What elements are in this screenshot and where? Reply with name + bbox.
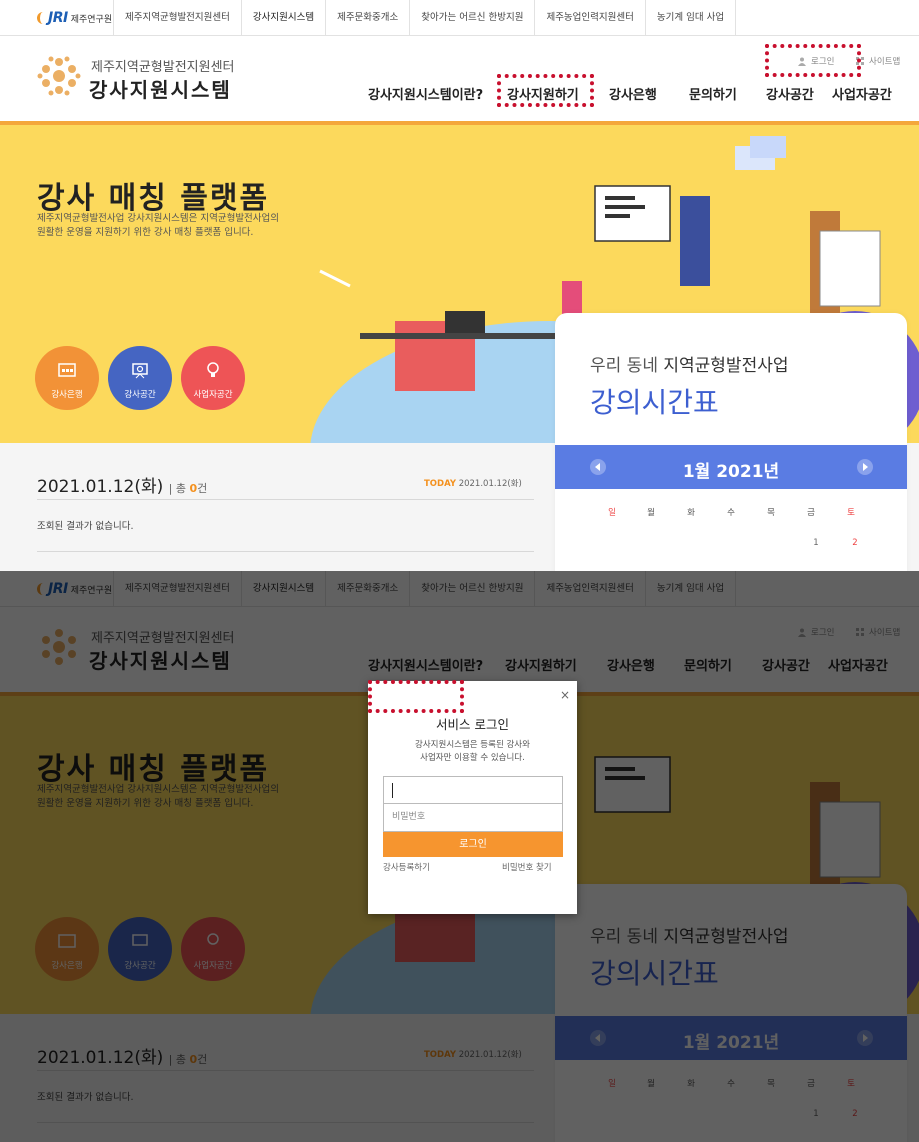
find-password-link[interactable]: 비밀번호 찾기: [502, 861, 552, 873]
quick-label: 강사공간: [124, 390, 156, 400]
login-submit-button[interactable]: 로그인: [383, 832, 563, 857]
nav-business-space[interactable]: 사업자공간: [832, 84, 892, 103]
family-tab[interactable]: 강사지원시스템: [240, 0, 325, 36]
subtitle-light: 우리 동네: [590, 356, 658, 376]
password-input[interactable]: 비밀번호: [383, 804, 563, 832]
logo-title[interactable]: 강사지원시스템: [89, 74, 232, 103]
screenshot-before-login: JRI 제주연구원 제주지역균형발전지원센터 강사지원시스템 제주문화중개소 찾…: [0, 0, 919, 571]
sitemap-link[interactable]: 사이트맵: [856, 55, 900, 67]
family-tab[interactable]: 제주지역균형발전지원센터: [113, 0, 241, 36]
hero-title: 강사 매칭 플랫폼: [37, 181, 270, 216]
center-logo-icon[interactable]: [36, 54, 82, 98]
weekday: 일: [608, 508, 616, 518]
calendar-day[interactable]: 2: [845, 538, 865, 548]
total-label: 총: [175, 482, 186, 495]
weekday: 목: [767, 508, 775, 518]
presentation-icon: [132, 363, 148, 379]
hero-description: 제주지역균형발전사업 강사지원시스템은 지역균형발전사업의 원활한 운영을 지원…: [37, 212, 357, 240]
today-indicator: TODAY 2021.01.12(화): [424, 477, 522, 489]
logo-subtitle: 제주지역균형발전지원센터: [91, 60, 235, 75]
jri-logo-arc-icon: [37, 12, 47, 24]
quick-instructor-bank[interactable]: 강사은행: [35, 346, 99, 410]
no-result-text: 조회된 결과가 없습니다.: [37, 521, 134, 532]
total-unit: 건: [197, 482, 208, 495]
weekday: 화: [687, 508, 695, 518]
id-input[interactable]: [383, 776, 563, 804]
next-month-button[interactable]: [857, 459, 873, 475]
family-tab[interactable]: 농기계 임대 사업: [644, 0, 737, 36]
highlight-login: [765, 44, 861, 77]
weekday: 토: [847, 508, 855, 518]
today-label: TODAY: [424, 479, 456, 489]
schedule-total: | 총 0건: [168, 482, 208, 495]
jri-logo-mark: JRI: [48, 10, 68, 26]
quick-instructor-space[interactable]: 강사공간: [108, 346, 172, 410]
nav-inquiry[interactable]: 문의하기: [689, 84, 737, 103]
calendar-month: 1월 2021년: [682, 462, 780, 482]
lightbulb-icon: [207, 362, 219, 377]
login-modal: × 서비스 로그인 강사지원시스템은 등록된 강사와 사업자만 이용할 수 있습…: [368, 681, 577, 914]
nav-about[interactable]: 강사지원시스템이란?: [368, 84, 483, 103]
jri-logo[interactable]: JRI 제주연구원: [37, 9, 112, 27]
family-tab[interactable]: 제주문화중개소: [325, 0, 409, 36]
chevron-right-icon: [863, 463, 868, 471]
subtitle-bold: 지역균형발전사업: [663, 356, 789, 376]
sitemap-label: 사이트맵: [869, 57, 901, 67]
family-tab[interactable]: 찾아가는 어르신 한방지원: [409, 0, 534, 36]
weekday: 금: [807, 508, 815, 518]
divider: [37, 499, 534, 500]
quick-business-space[interactable]: 사업자공간: [181, 346, 245, 410]
bank-icon: [58, 363, 76, 377]
family-tab[interactable]: 제주농업인력지원센터: [534, 0, 644, 36]
today-date: 2021.01.12(화): [458, 479, 522, 489]
quick-label: 강사은행: [51, 390, 83, 400]
timetable-card: 우리 동네 지역균형발전사업 강의시간표 1월 2021년 일 월 화 수 목 …: [555, 313, 907, 571]
highlight-apply-nav: [497, 74, 594, 107]
quick-label: 사업자공간: [193, 390, 233, 400]
total-count: 0: [189, 482, 198, 495]
weekday: 수: [727, 508, 735, 518]
hero-desc-line: 원활한 운영을 지원하기 위한 강사 매칭 플랫폼 입니다.: [37, 227, 254, 238]
timetable-subtitle: 우리 동네 지역균형발전사업: [590, 351, 789, 376]
weekday: 월: [647, 508, 655, 518]
nav-instructor-space[interactable]: 강사공간: [766, 84, 814, 103]
schedule-date: 2021.01.12(화) | 총 0건: [37, 472, 207, 497]
calendar-header: 1월 2021년: [555, 445, 907, 489]
close-icon[interactable]: ×: [560, 688, 570, 702]
instructor-register-link[interactable]: 강사등록하기: [383, 861, 430, 873]
family-site-tabs: 제주지역균형발전지원센터 강사지원시스템 제주문화중개소 찾아가는 어르신 한방…: [113, 0, 737, 36]
modal-title: 서비스 로그인: [436, 717, 509, 732]
modal-desc-line: 강사지원시스템은 등록된 강사와: [415, 740, 530, 750]
screenshot-login-modal: JRI 제주연구원 제주지역균형발전지원센터 강사지원시스템 제주문화중개소 찾…: [0, 571, 919, 1142]
calendar-day[interactable]: 1: [806, 538, 826, 548]
jri-logo-text: 제주연구원: [70, 14, 113, 25]
schedule-date-value: 2021.01.12(화): [37, 477, 164, 497]
hero-desc-line: 제주지역균형발전사업 강사지원시스템은 지역균형발전사업의: [37, 213, 280, 224]
nav-instructor-bank[interactable]: 강사은행: [609, 84, 657, 103]
modal-desc-line: 사업자만 이용할 수 있습니다.: [420, 753, 525, 763]
timetable-title: 강의시간표: [590, 386, 719, 419]
family-site-bar: JRI 제주연구원 제주지역균형발전지원센터 강사지원시스템 제주문화중개소 찾…: [0, 0, 919, 36]
highlight-register: [368, 680, 464, 713]
divider: [37, 551, 534, 552]
modal-description: 강사지원시스템은 등록된 강사와 사업자만 이용할 수 있습니다.: [388, 739, 557, 765]
